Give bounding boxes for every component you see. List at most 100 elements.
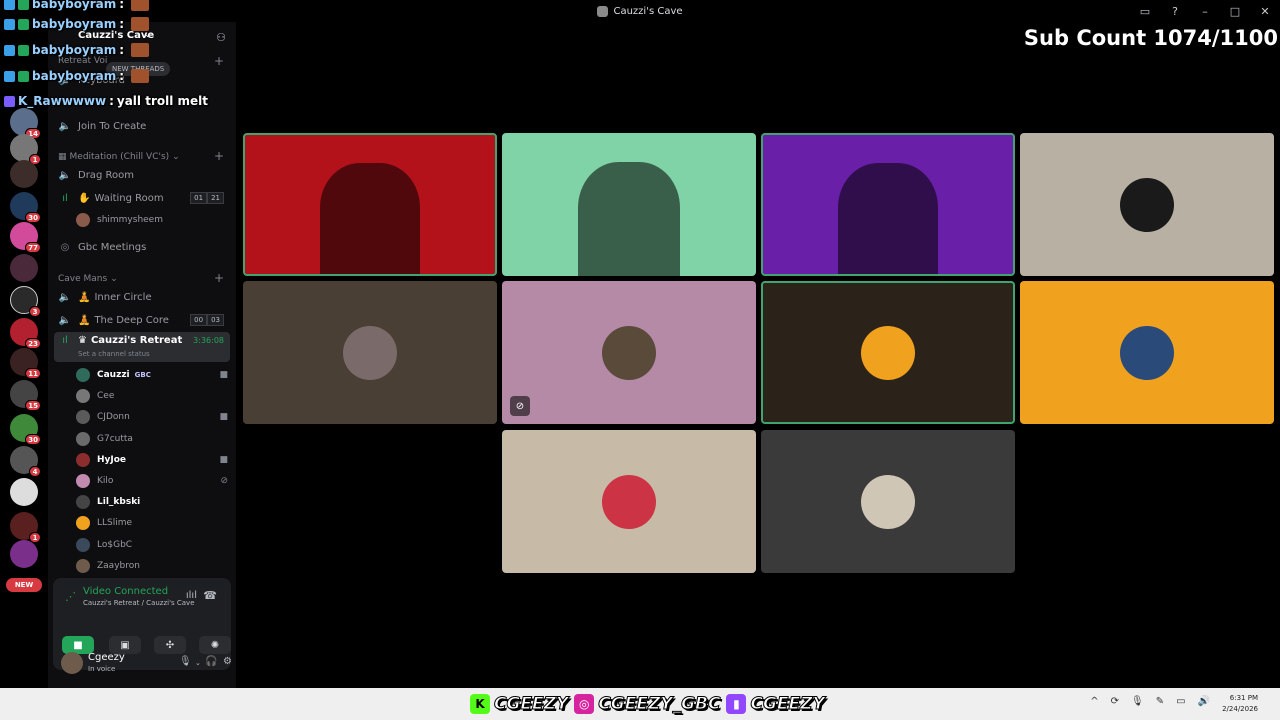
channel-cauzzis-retreat[interactable]: ıl ♛ Cauzzi's Retreat 3:36:08 Set a chan… — [54, 332, 230, 362]
badge-icon — [4, 0, 15, 10]
server-item[interactable]: 3 — [10, 286, 41, 317]
server-item[interactable]: 77 — [10, 222, 41, 253]
participant-tile[interactable] — [243, 281, 497, 424]
headphones-icon[interactable]: 🎧 — [205, 656, 217, 667]
member-name: G7cutta — [97, 433, 133, 444]
video-icon: ■ — [219, 370, 228, 380]
video-tile[interactable] — [502, 133, 756, 276]
social-handles-overlay: K CGEEZY ◎ CGEEZY_GBC ▮ CGEEZY — [470, 692, 827, 716]
close-icon[interactable]: ✕ — [1250, 0, 1280, 22]
mention-badge: 15 — [25, 400, 41, 411]
server-item[interactable] — [10, 478, 38, 506]
microphone-icon[interactable]: 🎙 — [179, 656, 192, 667]
voice-member[interactable]: shimmysheem — [76, 210, 228, 230]
video-tile[interactable] — [243, 133, 497, 276]
voice-member[interactable]: Cee — [76, 386, 228, 406]
speaker-icon: 🔈 — [58, 169, 72, 181]
voice-member[interactable]: Lo$GbC — [76, 535, 228, 555]
maximize-icon[interactable]: □ — [1220, 0, 1250, 22]
member-name: Cee — [97, 391, 115, 402]
help-icon[interactable]: ? — [1160, 0, 1190, 22]
participant-tile[interactable]: ⊘ — [502, 281, 756, 424]
server-item[interactable]: 1 — [10, 512, 41, 543]
category-meditation[interactable]: ▦ Meditation (Chill VC's) ⌄ — [58, 152, 180, 162]
noise-suppression-icon[interactable]: ılıl — [186, 590, 197, 601]
server-item[interactable]: 14 — [10, 108, 41, 139]
channel-status[interactable]: Set a channel status — [78, 350, 150, 358]
avatar — [76, 431, 90, 446]
server-item[interactable]: 23 — [10, 318, 41, 349]
server-item[interactable] — [10, 160, 38, 188]
server-item[interactable] — [10, 540, 38, 568]
grid-icon: ▦ — [58, 152, 67, 162]
voice-member[interactable]: LLSlime — [76, 513, 228, 533]
emote-icon — [131, 17, 150, 31]
category-cave-mans[interactable]: Cave Mans ⌄ — [58, 274, 118, 284]
voice-member[interactable]: Cauzzi GBC ■ — [76, 365, 228, 385]
participant-tile[interactable] — [761, 430, 1015, 573]
voice-status[interactable]: Video Connected — [83, 586, 168, 597]
pen-icon[interactable]: ✎ — [1156, 696, 1164, 707]
create-channel-icon[interactable]: + — [214, 54, 224, 68]
disconnect-icon[interactable]: ☎ — [203, 589, 217, 602]
channel-inner-circle[interactable]: 🔈 🧘 Inner Circle — [54, 287, 230, 307]
voice-member[interactable]: CJDonn ■ — [76, 407, 228, 427]
participant-tile[interactable] — [1020, 133, 1274, 276]
server-icon — [597, 5, 609, 17]
badge-icon — [4, 44, 15, 56]
server-item[interactable]: 11 — [10, 348, 41, 379]
speaker-icon: 🔈 — [58, 120, 72, 132]
chat-message: K_Rawwwww : yall troll melt — [4, 93, 208, 109]
stage-icon: ◎ — [60, 241, 70, 253]
chevron-up-icon[interactable]: ^ — [1090, 696, 1098, 707]
server-item[interactable]: 15 — [10, 380, 41, 411]
member-name: CJDonn — [97, 412, 130, 423]
signal-icon[interactable]: ⋰ — [65, 590, 76, 603]
volume-icon[interactable]: 🔊 — [1198, 696, 1210, 707]
emote-icon — [131, 43, 150, 57]
taskbar-clock[interactable]: 6:31 PM 2/24/2026 — [1222, 693, 1258, 715]
minimize-icon[interactable]: – — [1190, 0, 1220, 22]
invite-people-icon[interactable]: ⚇ — [216, 31, 226, 44]
video-tile[interactable] — [761, 133, 1015, 276]
participant-tile[interactable] — [502, 430, 756, 573]
user-name[interactable]: Cgeezy — [88, 652, 125, 663]
voice-active-icon: ıl — [62, 335, 68, 346]
voice-location[interactable]: Cauzzi's Retreat / Cauzzi's Cave — [83, 599, 195, 607]
settings-gear-icon[interactable]: ⚙ — [223, 656, 232, 667]
new-unreads-badge[interactable]: NEW — [6, 578, 42, 592]
voice-member[interactable]: Lil_kbski — [76, 492, 228, 512]
window-title: Cauzzi's Cave — [0, 0, 1280, 22]
create-channel-icon[interactable]: + — [214, 271, 224, 285]
avatar — [76, 558, 90, 573]
participant-tile[interactable] — [1020, 281, 1274, 424]
mention-badge: 30 — [25, 434, 41, 445]
network-icon[interactable]: ▭ — [1176, 696, 1185, 707]
channel-waiting-room[interactable]: ıl ✋ Waiting Room 01 21 — [54, 188, 230, 208]
channel-deep-core[interactable]: 🔈 🧘 The Deep Core 00 03 — [54, 310, 230, 330]
sync-icon[interactable]: ⟳ — [1111, 696, 1119, 707]
channel-drag-room[interactable]: 🔈 Drag Room — [54, 165, 230, 185]
server-item[interactable]: 30 — [10, 414, 41, 445]
inbox-icon[interactable]: ▭ — [1130, 0, 1160, 22]
video-grid-stage: Sub Count 1074/1100 ⊘ — [236, 22, 1280, 688]
server-item[interactable]: 1 — [10, 134, 41, 165]
member-name: Kilo — [97, 476, 114, 486]
muted-mic-icon: ⊘ — [510, 396, 530, 416]
voice-member[interactable]: Kilo ⊘ — [76, 471, 228, 491]
voice-member[interactable]: Zaaybron — [76, 556, 228, 576]
create-channel-icon[interactable]: + — [214, 149, 224, 163]
chat-message: babyboyram : — [4, 16, 150, 32]
avatar[interactable] — [61, 652, 83, 674]
avatar — [76, 495, 90, 510]
chevron-down-icon[interactable]: ⌄ — [195, 659, 201, 667]
voice-member[interactable]: HyJoe ■ — [76, 450, 228, 470]
server-item[interactable] — [10, 254, 38, 282]
participant-tile[interactable] — [761, 281, 1015, 424]
channel-join-to-create[interactable]: 🔈 Join To Create — [54, 116, 230, 136]
microphone-icon[interactable]: 🎙 — [1131, 696, 1144, 707]
server-item[interactable]: 4 — [10, 446, 41, 477]
voice-member[interactable]: G7cutta — [76, 429, 228, 449]
channel-gbc-meetings[interactable]: ◎ Gbc Meetings — [54, 237, 230, 257]
server-item[interactable]: 30 — [10, 192, 41, 223]
